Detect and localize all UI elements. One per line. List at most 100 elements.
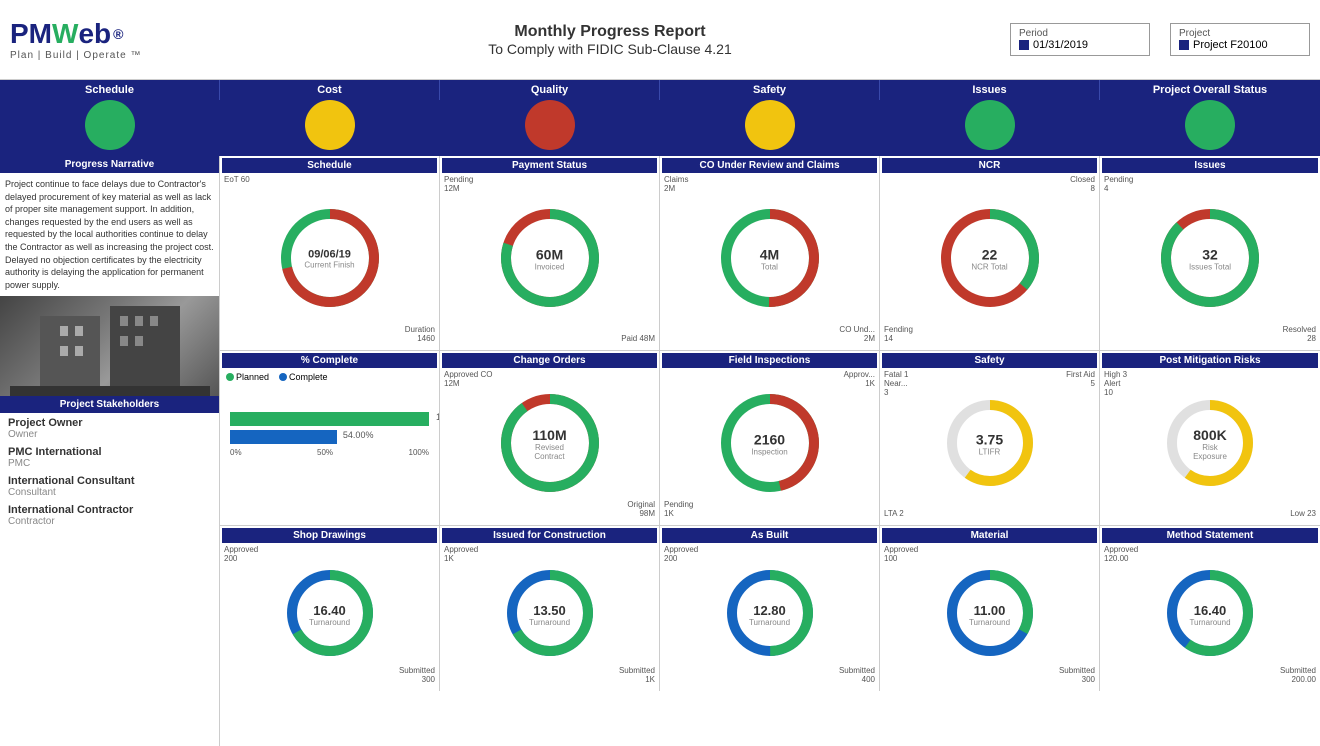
- co-value: 4M: [760, 247, 779, 263]
- ms-value: 16.40: [1189, 603, 1230, 618]
- co2-donut-wrap: 110M Revised Contract: [495, 388, 605, 501]
- material-donut-wrap: 11.00 Turnaround: [940, 563, 1040, 666]
- schedule-value: 09/06/19: [304, 249, 354, 261]
- fi-ann-bl: Pending 1K: [664, 500, 693, 518]
- material-center: 11.00 Turnaround: [969, 603, 1010, 627]
- project-image-inner: [0, 296, 219, 396]
- sd-ann-tl: Approved 200: [224, 545, 258, 563]
- asbuilt-donut-wrap: 12.80 Turnaround: [720, 563, 820, 666]
- row4: Shop Drawings Approved 200 Submitted 300…: [220, 526, 1320, 691]
- pmr-center: 800K Risk Exposure: [1185, 427, 1235, 461]
- pct-legend: Planned Complete: [226, 372, 433, 382]
- pmr-sub: Risk Exposure: [1185, 443, 1235, 461]
- complete-label: 54.00%: [343, 430, 374, 440]
- stakeholders-header: Project Stakeholders: [0, 396, 219, 413]
- schedule-center: 09/06/19 Current Finish: [304, 249, 354, 270]
- circle-cost: [220, 100, 440, 150]
- panel-co-content: Claims 2M CO Und... 2M 4M Total: [662, 173, 877, 345]
- co-donut-wrap: 4M Total: [715, 203, 825, 316]
- issues-sub: Issues Total: [1189, 263, 1231, 272]
- stakeholder-owner: Project Owner Owner: [8, 417, 211, 440]
- panel-safety2-header: Safety: [882, 353, 1097, 368]
- logo-w: W: [52, 18, 78, 50]
- material-ann-br: Submitted 300: [1059, 666, 1095, 684]
- panel-safety2-content: Fatal 1 Near... 3 First Aid 5 LTA 2 3.75…: [882, 368, 1097, 520]
- safety2-ann-bl: LTA 2: [884, 509, 904, 518]
- panel-co2-content: Approved CO 12M Original 98M 110M Revise…: [442, 368, 657, 520]
- stakeholder-consultant-type: Consultant: [8, 487, 211, 498]
- ifc-sub: Turnaround: [529, 618, 570, 627]
- project-image: [0, 296, 219, 396]
- panel-issues-header: Issues: [1102, 158, 1318, 173]
- ms-donut-wrap: 16.40 Turnaround: [1160, 563, 1260, 666]
- panel-pct-complete: % Complete Planned Complete: [220, 351, 440, 525]
- ifc-donut-wrap: 13.50 Turnaround: [500, 563, 600, 666]
- overall-circle: [1185, 100, 1235, 150]
- issues-ann-tl: Pending 4: [1104, 175, 1133, 193]
- period-square: [1019, 40, 1029, 50]
- co2-center: 110M Revised Contract: [522, 427, 577, 461]
- sd-value: 16.40: [309, 603, 350, 618]
- co2-ann-tl: Approved CO 12M: [444, 370, 492, 388]
- panel-schedule-header: Schedule: [222, 158, 437, 173]
- sd-sub: Turnaround: [309, 618, 350, 627]
- header: PM W eb ® Plan | Build | Operate ™ Month…: [0, 0, 1320, 80]
- panel-co2-header: Change Orders: [442, 353, 657, 368]
- panel-issues-content: Pending 4 Resolved 28 32 Issues Total: [1102, 173, 1318, 345]
- project-value: Project F20100: [1179, 39, 1301, 51]
- panel-pmr-header: Post Mitigation Risks: [1102, 353, 1318, 368]
- panel-sd: Shop Drawings Approved 200 Submitted 300…: [220, 526, 440, 691]
- report-title-line1: Monthly Progress Report: [210, 23, 1010, 41]
- circle-schedule: [0, 100, 220, 150]
- narrative-text: Project continue to face delays due to C…: [0, 173, 219, 296]
- axis-50: 50%: [317, 448, 333, 457]
- schedule-donut-wrap: 09/06/19 Current Finish: [275, 203, 385, 316]
- sidebar: Progress Narrative Project continue to f…: [0, 156, 220, 746]
- ncr-value: 22: [971, 247, 1007, 263]
- status-overall: Project Overall Status: [1100, 80, 1320, 100]
- project-square: [1179, 40, 1189, 50]
- asbuilt-center: 12.80 Turnaround: [749, 603, 790, 627]
- circle-quality: [440, 100, 660, 150]
- pct-legend-planned: Planned: [226, 372, 269, 382]
- panel-fi-content: Approv... 1K Pending 1K 2160 Inspection: [662, 368, 877, 520]
- panel-ifc-content: Approved 1K Submitted 1K 13.50 Turnaroun…: [442, 543, 657, 686]
- panel-ncr-header: NCR: [882, 158, 1097, 173]
- panel-pct-header: % Complete: [222, 353, 437, 368]
- asbuilt-ann-br: Submitted 400: [839, 666, 875, 684]
- stakeholder-contractor-role: International Contractor: [8, 504, 211, 516]
- pct-axis: 0% 50% 100%: [226, 448, 433, 457]
- panel-ncr: NCR Closed 8 Fending 14 22 NCR Total: [880, 156, 1100, 350]
- ms-sub: Turnaround: [1189, 618, 1230, 627]
- payment-value: 60M: [535, 247, 565, 263]
- panel-ifc: Issued for Construction Approved 1K Subm…: [440, 526, 660, 691]
- schedule-sub: Current Finish: [304, 261, 354, 270]
- payment-sub: Invoiced: [535, 263, 565, 272]
- issues-circle: [965, 100, 1015, 150]
- status-bar: Schedule Cost Quality Safety Issues Proj…: [0, 80, 1320, 156]
- axis-0: 0%: [230, 448, 242, 457]
- pmr-ann-br: Low 23: [1290, 509, 1316, 518]
- panel-pct-content: Planned Complete 100% 54.00%: [222, 368, 437, 461]
- planned-bar: 100%: [230, 412, 429, 426]
- logo-area: PM W eb ® Plan | Build | Operate ™: [10, 18, 210, 61]
- ncr-sub: NCR Total: [971, 263, 1007, 272]
- main-content: Progress Narrative Project continue to f…: [0, 156, 1320, 746]
- panel-ms-content: Approved 120.00 Submitted 200.00 16.40 T…: [1102, 543, 1318, 686]
- fi-sub: Inspection: [751, 448, 787, 457]
- panel-ncr-content: Closed 8 Fending 14 22 NCR Total: [882, 173, 1097, 345]
- panel-payment: Payment Status Pending 12M Paid 48M 60M …: [440, 156, 660, 350]
- co2-value: 110M: [522, 427, 577, 443]
- panel-payment-header: Payment Status: [442, 158, 657, 173]
- right-content: Schedule EoT 60 Duration 1460 09/06/19 C…: [220, 156, 1320, 746]
- fi-value: 2160: [751, 432, 787, 448]
- row2: Schedule EoT 60 Duration 1460 09/06/19 C…: [220, 156, 1320, 351]
- co-center: 4M Total: [760, 247, 779, 272]
- status-quality: Quality: [440, 80, 660, 100]
- building-svg: [10, 296, 210, 396]
- stakeholder-consultant: International Consultant Consultant: [8, 475, 211, 498]
- narrative-header: Progress Narrative: [0, 156, 219, 173]
- ms-ann-br: Submitted 200.00: [1280, 666, 1316, 684]
- stakeholder-consultant-role: International Consultant: [8, 475, 211, 487]
- issues-donut-wrap: 32 Issues Total: [1155, 203, 1265, 316]
